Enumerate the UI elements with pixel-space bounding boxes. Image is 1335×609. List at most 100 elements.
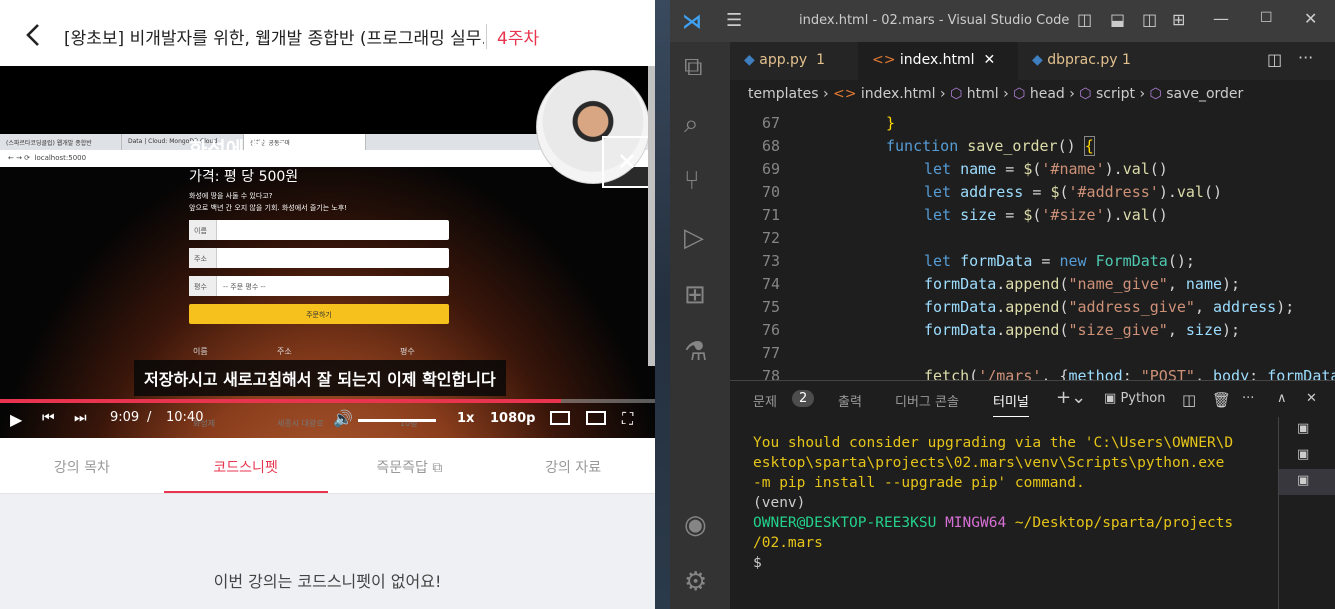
address-field: 주소 bbox=[189, 248, 449, 268]
tab-badge: 1 bbox=[816, 52, 826, 68]
split-terminal-icon[interactable]: ◫ bbox=[1182, 391, 1196, 409]
menu-icon[interactable]: ☰ bbox=[726, 10, 742, 31]
volume-icon[interactable]: 🔊 bbox=[333, 409, 353, 428]
account-icon[interactable]: ◉ bbox=[684, 510, 707, 540]
scrollbar[interactable] bbox=[648, 66, 655, 366]
terminal-path-cont: /02.mars bbox=[753, 535, 823, 551]
tab-contents[interactable]: 강의 목차 bbox=[0, 438, 164, 493]
terminal-line: You should consider upgrading via the 'C… bbox=[753, 435, 1234, 451]
miniplayer-icon[interactable] bbox=[586, 411, 606, 425]
python-icon: ◆ bbox=[744, 52, 755, 68]
layout-icon[interactable]: ⊞ bbox=[1172, 10, 1185, 29]
search-icon[interactable]: ⌕ bbox=[684, 109, 699, 140]
breadcrumb: templates › <> index.html › ⬡ html › ⬡ h… bbox=[748, 86, 1244, 102]
current-time: 9:09 bbox=[110, 410, 140, 425]
tab-dbprac-py[interactable]: ◆ dbprac.py 1 bbox=[1018, 42, 1158, 80]
order-button: 주문하기 bbox=[189, 304, 449, 324]
skip-back-icon[interactable]: ⏮ bbox=[42, 410, 55, 426]
settings-gear-icon[interactable]: ⚙ bbox=[684, 567, 707, 597]
back-arrow-icon[interactable] bbox=[22, 22, 46, 48]
maximize-icon[interactable]: ☐ bbox=[1260, 10, 1273, 26]
trash-icon[interactable]: 🗑 bbox=[1212, 391, 1231, 409]
toggle-panel-icon[interactable]: ⬓ bbox=[1110, 10, 1125, 29]
code-line: formData.append("address_give", address)… bbox=[924, 298, 1295, 316]
duration: 10:40 bbox=[166, 410, 204, 425]
more-actions-icon[interactable]: ··· bbox=[1242, 391, 1254, 406]
chevron-up-icon[interactable]: ∧ bbox=[1277, 391, 1287, 406]
close-tab-icon[interactable]: ✕ bbox=[983, 52, 995, 68]
video-progress-bar[interactable] bbox=[0, 399, 655, 403]
tab-label: index.html bbox=[899, 52, 975, 68]
close-window-icon[interactable]: ✕ bbox=[1304, 9, 1317, 28]
table-header: 주소 bbox=[277, 347, 292, 356]
line-number: 70 bbox=[761, 183, 780, 201]
code-line: let name = $('#name').val() bbox=[924, 160, 1168, 178]
run-debug-icon[interactable]: ▷ bbox=[684, 223, 704, 253]
code-line: function save_order() { bbox=[886, 136, 1095, 156]
fullscreen-icon[interactable]: ⛶ bbox=[622, 409, 633, 429]
terminal-instance[interactable]: ▣ bbox=[1279, 469, 1335, 495]
video-subtitle: 저장하시고 새로고침해서 잘 되는지 이제 확인합니다 bbox=[134, 360, 506, 396]
tab-label: app.py bbox=[759, 52, 808, 68]
bottom-panel: 문제 2 출력 디버그 콘솔 터미널 +⌄ ▣ Python ◫ 🗑 ··· ∧… bbox=[730, 380, 1335, 609]
line-number: 67 bbox=[761, 114, 780, 132]
extensions-icon[interactable]: ⊞ bbox=[684, 280, 706, 310]
editor-tabs: ◆ app.py 1 <> index.html ✕ ◆ dbprac.py 1… bbox=[730, 42, 1335, 80]
minimize-icon[interactable]: — bbox=[1213, 9, 1229, 28]
tab-debug-console[interactable]: 디버그 콘솔 bbox=[895, 391, 959, 410]
split-editor-icon[interactable]: ◫ bbox=[1267, 50, 1282, 69]
explorer-icon[interactable]: ⧉ bbox=[684, 52, 703, 83]
tab-app-py[interactable]: ◆ app.py 1 bbox=[730, 42, 858, 80]
new-terminal-icon[interactable]: +⌄ bbox=[1056, 387, 1086, 408]
close-panel-icon[interactable]: ✕ bbox=[1306, 391, 1317, 406]
play-icon[interactable]: ▶ bbox=[10, 410, 22, 429]
source-control-icon[interactable]: ⑂ bbox=[684, 166, 700, 196]
code-line: } bbox=[886, 114, 896, 132]
toggle-secondary-icon[interactable]: ◫ bbox=[1142, 10, 1157, 29]
toggle-sidebar-icon[interactable]: ◫ bbox=[1077, 10, 1092, 29]
breadcrumb-item[interactable]: index.html bbox=[861, 86, 936, 102]
tab-materials[interactable]: 강의 자료 bbox=[491, 438, 655, 493]
time-separator: / bbox=[147, 410, 152, 425]
breadcrumb-item[interactable]: head bbox=[1030, 86, 1065, 102]
tab-terminal[interactable]: 터미널 bbox=[993, 391, 1029, 417]
breadcrumb-item[interactable]: templates bbox=[748, 86, 819, 102]
line-number: 68 bbox=[761, 137, 780, 155]
tab-code-snippet[interactable]: 코드스니펫 bbox=[163, 438, 328, 493]
skip-forward-icon[interactable]: ⏭ bbox=[74, 410, 87, 426]
breadcrumb-item[interactable]: save_order bbox=[1166, 86, 1243, 102]
line-number: 74 bbox=[761, 275, 780, 293]
field-value bbox=[217, 248, 449, 268]
quality-button[interactable]: 1080p bbox=[490, 411, 536, 426]
captions-icon[interactable] bbox=[550, 411, 570, 425]
problems-badge: 2 bbox=[792, 390, 815, 407]
cube-icon: ⬡ bbox=[950, 86, 963, 102]
field-label: 평수 bbox=[189, 276, 217, 296]
tab-qna[interactable]: 즉문즉답 ⧉ bbox=[328, 438, 492, 493]
lecture-pane: [왕초보] 비개발자를 위한, 웹개발 종합반 (프로그래밍 실무... 4주차… bbox=[0, 0, 655, 609]
line-number: 69 bbox=[761, 160, 780, 178]
volume-slider[interactable] bbox=[358, 419, 436, 422]
line-number: 76 bbox=[761, 321, 780, 339]
breadcrumb-item[interactable]: html bbox=[967, 86, 999, 102]
line-number: 71 bbox=[761, 206, 780, 224]
tab-output[interactable]: 출력 bbox=[838, 391, 862, 410]
terminal-instance[interactable]: ▣ bbox=[1279, 417, 1335, 443]
close-icon[interactable]: ✕ bbox=[602, 136, 652, 188]
cube-icon: ⬡ bbox=[1079, 86, 1092, 102]
table-header: 이름 bbox=[193, 347, 208, 356]
tab-problems[interactable]: 문제 bbox=[753, 391, 777, 410]
line-number: 73 bbox=[761, 252, 780, 270]
code-editor[interactable]: 67 68 69 70 71 72 73 74 75 76 77 78 } fu… bbox=[730, 108, 1335, 380]
size-select: 평수 -- 주문 평수 -- bbox=[189, 276, 449, 296]
terminal-shell-selector[interactable]: ▣ Python bbox=[1104, 391, 1166, 406]
tab-index-html[interactable]: <> index.html ✕ bbox=[858, 42, 1018, 80]
terminal-instance[interactable]: ▣ bbox=[1279, 443, 1335, 469]
testing-icon[interactable]: ⚗ bbox=[684, 337, 707, 367]
lecture-header: [왕초보] 비개발자를 위한, 웹개발 종합반 (프로그래밍 실무... 4주차 bbox=[0, 0, 655, 66]
speed-button[interactable]: 1x bbox=[457, 411, 474, 426]
more-actions-icon[interactable]: ··· bbox=[1298, 48, 1313, 67]
breadcrumb-item[interactable]: script bbox=[1096, 86, 1135, 102]
terminal-output[interactable]: You should consider upgrading via the 'C… bbox=[753, 433, 1253, 573]
code-line: fetch('/mars', {method: "POST", body: fo… bbox=[924, 367, 1335, 380]
